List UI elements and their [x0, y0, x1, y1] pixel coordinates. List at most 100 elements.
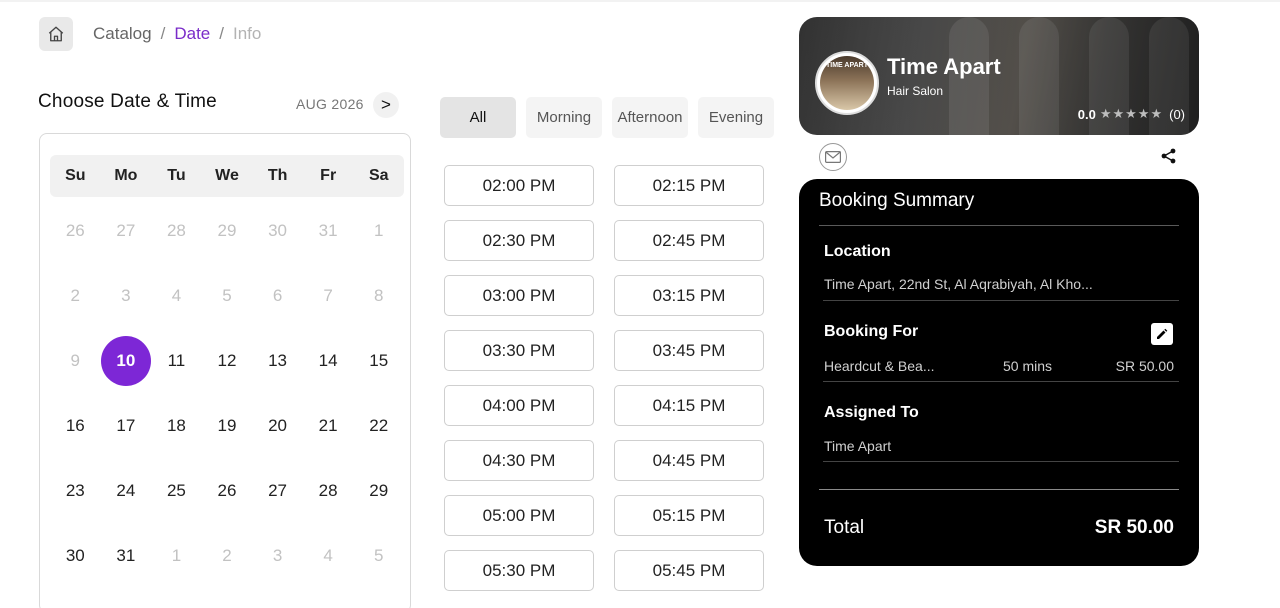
- time-slots: 02:00 PM 02:15 PM 02:30 PM 02:45 PM 03:0…: [444, 165, 764, 591]
- filter-evening[interactable]: Evening: [698, 97, 774, 138]
- calendar-day[interactable]: 23: [50, 458, 101, 523]
- service-duration: 50 mins: [1003, 358, 1053, 374]
- total-divider: [819, 489, 1179, 490]
- calendar-day-disabled: 2: [70, 285, 81, 305]
- time-slot-button[interactable]: 03:45 PM: [614, 330, 764, 371]
- breadcrumb: Catalog / Date / Info: [93, 22, 261, 46]
- calendar-day[interactable]: 27: [252, 458, 303, 523]
- location-value: Time Apart, 22nd St, Al Aqrabiyah, Al Kh…: [824, 276, 1093, 292]
- total-label: Total: [824, 517, 865, 538]
- calendar-day-disabled: 7: [323, 285, 333, 305]
- breadcrumb-separator: /: [219, 24, 224, 43]
- share-icon: [1161, 148, 1175, 164]
- calendar-day-outside: 2: [222, 545, 232, 565]
- calendar-day-disabled: 4: [171, 285, 182, 305]
- calendar: Su Mo Tu We Th Fr Sa 26 27 28 29 30 31 1…: [39, 133, 411, 608]
- time-slot-button[interactable]: 03:15 PM: [614, 275, 764, 316]
- assigned-value: Time Apart: [824, 438, 892, 454]
- time-slot-button[interactable]: 04:00 PM: [444, 385, 594, 426]
- time-slot-button[interactable]: 02:15 PM: [614, 165, 764, 206]
- time-slot-button[interactable]: 02:30 PM: [444, 220, 594, 261]
- time-slot-button[interactable]: 05:30 PM: [444, 550, 594, 591]
- star-icons: ★★★★★: [1099, 106, 1164, 121]
- salon-header-card: TIME APART Time Apart Hair Salon 0.0 ★★★…: [799, 17, 1199, 135]
- calendar-day-outside: 1: [171, 545, 182, 565]
- time-slot-button[interactable]: 04:15 PM: [614, 385, 764, 426]
- time-slot-button[interactable]: 04:30 PM: [444, 440, 594, 481]
- salon-rating: 0.0 ★★★★★ (0): [1078, 106, 1185, 122]
- calendar-day[interactable]: 22: [353, 393, 404, 458]
- time-slot-button[interactable]: 05:45 PM: [614, 550, 764, 591]
- calendar-day[interactable]: 16: [50, 393, 101, 458]
- summary-title: Booking Summary: [819, 190, 975, 211]
- calendar-day-disabled: 3: [121, 285, 131, 305]
- summary-divider: [819, 225, 1179, 226]
- time-slot-button[interactable]: 05:00 PM: [444, 495, 594, 536]
- next-month-button[interactable]: >: [373, 92, 399, 118]
- calendar-day-outside: 28: [166, 220, 186, 240]
- time-slot-button[interactable]: 05:15 PM: [614, 495, 764, 536]
- time-slot-button[interactable]: 03:30 PM: [444, 330, 594, 371]
- time-filters: All Morning Afternoon Evening: [440, 97, 774, 138]
- breadcrumb-date[interactable]: Date: [174, 24, 210, 44]
- selected-day-label: 10: [100, 335, 151, 386]
- top-divider: [0, 0, 1280, 2]
- calendar-day-outside: 29: [217, 220, 237, 240]
- booking-summary: Booking Summary Location Time Apart, 22n…: [799, 179, 1199, 566]
- filter-morning[interactable]: Morning: [526, 97, 602, 138]
- time-slot-button[interactable]: 04:45 PM: [614, 440, 764, 481]
- calendar-day-selected[interactable]: 10: [100, 328, 152, 393]
- calendar-day-outside: 27: [116, 220, 136, 240]
- weekday-label: Fr: [320, 167, 337, 184]
- calendar-day[interactable]: 12: [202, 328, 253, 393]
- salon-photo: TIME APART: [820, 56, 874, 110]
- calendar-day[interactable]: 19: [202, 393, 253, 458]
- calendar-day[interactable]: 13: [252, 328, 303, 393]
- weekday-header: Su Mo Tu We Th Fr Sa: [50, 155, 404, 197]
- weekday-label: Sa: [368, 167, 389, 184]
- calendar-day[interactable]: 28: [303, 458, 354, 523]
- calendar-day[interactable]: 25: [151, 458, 202, 523]
- calendar-day[interactable]: 29: [353, 458, 404, 523]
- breadcrumb-catalog[interactable]: Catalog: [93, 24, 152, 44]
- weekday-label: Tu: [167, 167, 186, 184]
- calendar-day[interactable]: 18: [151, 393, 202, 458]
- filter-afternoon[interactable]: Afternoon: [612, 97, 688, 138]
- calendar-day[interactable]: 30: [50, 523, 101, 588]
- calendar-day-disabled: 9: [70, 350, 81, 370]
- calendar-day-disabled: 6: [272, 285, 283, 305]
- calendar-day[interactable]: 17: [101, 393, 152, 458]
- time-slot-button[interactable]: 02:45 PM: [614, 220, 764, 261]
- calendar-day-disabled: 5: [222, 285, 232, 305]
- calendar-day-outside: 5: [373, 545, 384, 565]
- share-button[interactable]: [1159, 147, 1177, 165]
- location-heading: Location: [824, 243, 891, 260]
- time-slot-button[interactable]: 02:00 PM: [444, 165, 594, 206]
- time-slot-button[interactable]: 03:00 PM: [444, 275, 594, 316]
- calendar-day[interactable]: 15: [353, 328, 404, 393]
- calendar-day[interactable]: 11: [151, 328, 202, 393]
- home-button[interactable]: [39, 17, 73, 51]
- breadcrumb-separator: /: [160, 24, 166, 43]
- message-button[interactable]: [819, 143, 847, 171]
- review-count: (0): [1169, 106, 1185, 122]
- calendar-day[interactable]: 24: [101, 458, 152, 523]
- choose-date-title: Choose Date & Time: [38, 91, 217, 112]
- filter-all[interactable]: All: [440, 97, 516, 138]
- calendar-day[interactable]: 14: [303, 328, 354, 393]
- calendar-day-outside: 31: [318, 220, 338, 240]
- calendar-day[interactable]: 20: [252, 393, 303, 458]
- weekday-label: Th: [267, 167, 288, 184]
- calendar-day[interactable]: 26: [202, 458, 253, 523]
- calendar-day[interactable]: 31: [101, 523, 152, 588]
- weekday-label: We: [215, 167, 239, 184]
- mail-icon: [825, 151, 841, 163]
- booking-for-heading: Booking For: [824, 323, 919, 340]
- service-name: Heardcut & Bea...: [824, 358, 935, 374]
- salon-avatar: TIME APART: [815, 51, 879, 115]
- calendar-day[interactable]: 21: [303, 393, 354, 458]
- salon-type: Hair Salon: [887, 84, 944, 98]
- weekday-label: Su: [65, 167, 86, 184]
- edit-booking-button[interactable]: [1151, 323, 1173, 345]
- salon-logo-text: TIME APART: [826, 62, 868, 69]
